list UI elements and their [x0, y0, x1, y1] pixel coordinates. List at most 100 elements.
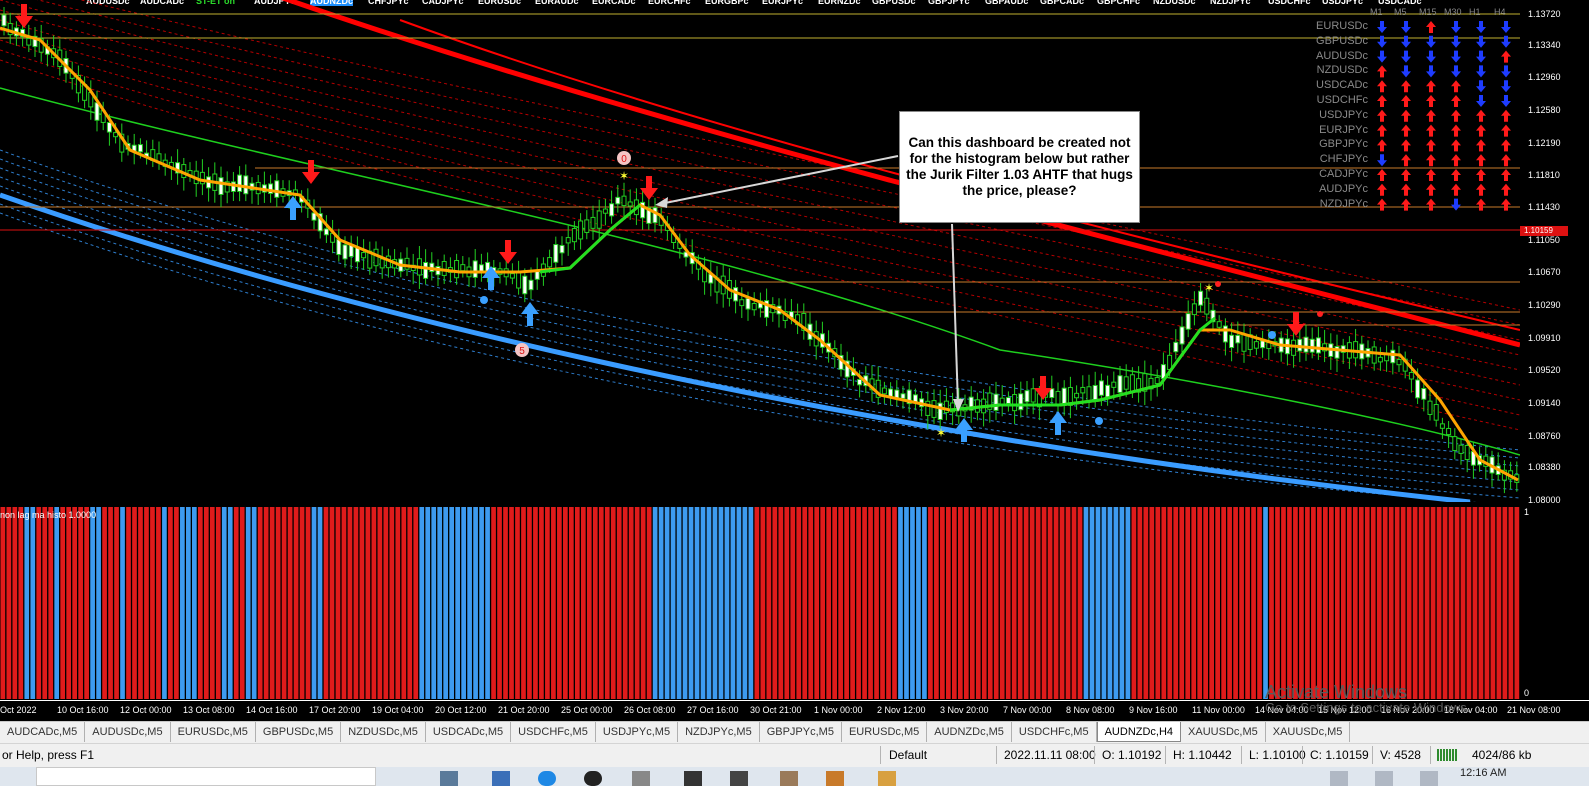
histogram-bar: [497, 507, 502, 699]
histogram-bar: [1388, 507, 1394, 699]
chart-tab[interactable]: EURUSDc,M5: [842, 722, 928, 742]
histogram-bar: [1221, 507, 1226, 699]
histogram-bar: [904, 507, 909, 699]
file-explorer-icon[interactable]: [492, 771, 510, 786]
chart-tab[interactable]: EURUSDc,M5: [171, 722, 256, 742]
histogram-bar: [563, 507, 568, 699]
histogram-bar: [413, 507, 419, 699]
chart-tab[interactable]: AUDNZDc,H4: [1096, 722, 1182, 742]
histogram-bar: [197, 507, 203, 699]
buy-arrow-icon: [482, 266, 500, 290]
histogram-bar: [987, 507, 993, 699]
sell-arrow-icon: [499, 240, 517, 264]
chart-tab[interactable]: USDCADc,M5: [426, 722, 512, 742]
dashboard-pair-label: USDJPYc: [1319, 108, 1368, 121]
chart-tab[interactable]: XAUUSDc,M5: [1266, 722, 1351, 742]
histogram-bar: [150, 507, 155, 699]
price-tick-label: 1.13340: [1528, 40, 1561, 50]
terminal-icon[interactable]: [730, 771, 748, 786]
tray-icon[interactable]: [1420, 771, 1438, 786]
histogram-bar: [209, 507, 215, 699]
histogram-bar: [592, 507, 598, 699]
arrow-up-icon: [1401, 139, 1411, 152]
bar-datetime: 2022.11.11 08:00: [1004, 748, 1096, 762]
histogram-bar: [1382, 507, 1388, 699]
chart-tab[interactable]: GBPUSDc,M5: [256, 722, 342, 742]
histogram-bar: [443, 507, 449, 699]
arrow-up-icon: [1426, 95, 1436, 107]
histogram-bar: [682, 507, 688, 699]
histogram-bar: [772, 507, 778, 699]
histogram-bar: [401, 507, 407, 699]
chart-tab[interactable]: XAUUSDc,M5: [1181, 722, 1266, 742]
arrow-up-icon: [1401, 169, 1411, 181]
arrow-up-icon: [1501, 50, 1511, 63]
arrow-down-icon: [1476, 50, 1486, 63]
histogram-bar: [377, 507, 383, 699]
histogram-bar: [1323, 507, 1328, 699]
histogram-bar: [425, 507, 431, 699]
app-icon[interactable]: [632, 771, 650, 786]
histogram-bar: [569, 507, 574, 699]
dashboard-pair-label: USDCADc: [1316, 79, 1368, 92]
app-icon[interactable]: [780, 771, 798, 786]
histogram-bar: [437, 507, 443, 699]
arrow-down-icon: [1501, 21, 1511, 33]
arrow-up-icon: [1426, 109, 1436, 122]
arrow-down-icon: [1451, 198, 1461, 211]
chart-tab[interactable]: AUDUSDc,M5: [85, 722, 171, 742]
price-axis[interactable]: 1.13720 1.13340 1.12960 1.12580 1.12190 1.118…: [1520, 0, 1589, 505]
arrow-up-icon: [1476, 109, 1486, 122]
chart-tab[interactable]: AUDNZDc,M5: [927, 722, 1012, 742]
arrow-down-icon: [1401, 65, 1411, 78]
histogram-bar: [940, 507, 945, 699]
histogram-bar: [24, 507, 30, 699]
edge-browser-icon[interactable]: [538, 771, 556, 786]
chart-tab[interactable]: NZDUSDc,M5: [341, 722, 426, 742]
histogram-bar: [1035, 507, 1041, 699]
histogram-bar: [963, 507, 969, 699]
arrow-up-icon: [1377, 95, 1387, 107]
app-icon[interactable]: [584, 771, 602, 786]
task-view-icon[interactable]: [440, 771, 458, 786]
histogram-bar: [515, 507, 520, 699]
chart-tab[interactable]: USDCHFc,M5: [1012, 722, 1097, 742]
taskbar-clock[interactable]: 12:16 AM: [1460, 767, 1506, 779]
chart-tab[interactable]: GBPJPYc,M5: [760, 722, 842, 742]
folder-icon[interactable]: [826, 771, 844, 786]
terminal-icon[interactable]: [684, 771, 702, 786]
arrow-up-icon: [1476, 124, 1486, 137]
price-tick-label: 1.09140: [1528, 398, 1561, 408]
price-tick-label: 1.11810: [1528, 170, 1560, 180]
arrow-up-icon: [1501, 183, 1511, 196]
bar-close: C: 1.10159: [1310, 748, 1369, 762]
arrow-up-icon: [1377, 169, 1387, 181]
histogram-indicator-label: non lag ma histo 1.0000: [0, 510, 97, 520]
histogram-bar: [724, 507, 730, 699]
arrow-up-icon: [1451, 169, 1461, 181]
profile-name[interactable]: Default: [889, 748, 927, 762]
histogram-bar: [1065, 507, 1071, 699]
histogram-bar: [688, 507, 694, 699]
chart-tab[interactable]: AUDCADc,M5: [0, 722, 86, 742]
histogram-bar: [1496, 507, 1502, 699]
histogram-bar: [491, 507, 496, 699]
taskbar-search-box[interactable]: [36, 767, 376, 786]
tray-icon[interactable]: [1330, 771, 1348, 786]
time-tick-label: 30 Oct 21:00: [750, 705, 802, 715]
histogram-bar: [1137, 507, 1143, 699]
tray-icon[interactable]: [1375, 771, 1393, 786]
histogram-bar: [814, 507, 820, 699]
arrow-up-icon: [1401, 80, 1411, 93]
app-icon[interactable]: [878, 771, 896, 786]
histogram-bar: [1203, 507, 1209, 699]
chart-tab[interactable]: USDJPYc,M5: [596, 722, 679, 742]
chart-tab[interactable]: USDCHFc,M5: [511, 722, 596, 742]
arrow-down-icon: [1476, 21, 1486, 33]
time-tick-label: 25 Oct 00:00: [561, 705, 613, 715]
callout-pointer-2: [951, 223, 959, 406]
histogram-bar: [527, 507, 532, 699]
non-lag-ma-histogram[interactable]: [0, 505, 1520, 700]
time-tick-label: 8 Nov 08:00: [1066, 705, 1115, 715]
chart-tab[interactable]: NZDJPYc,M5: [678, 722, 760, 742]
